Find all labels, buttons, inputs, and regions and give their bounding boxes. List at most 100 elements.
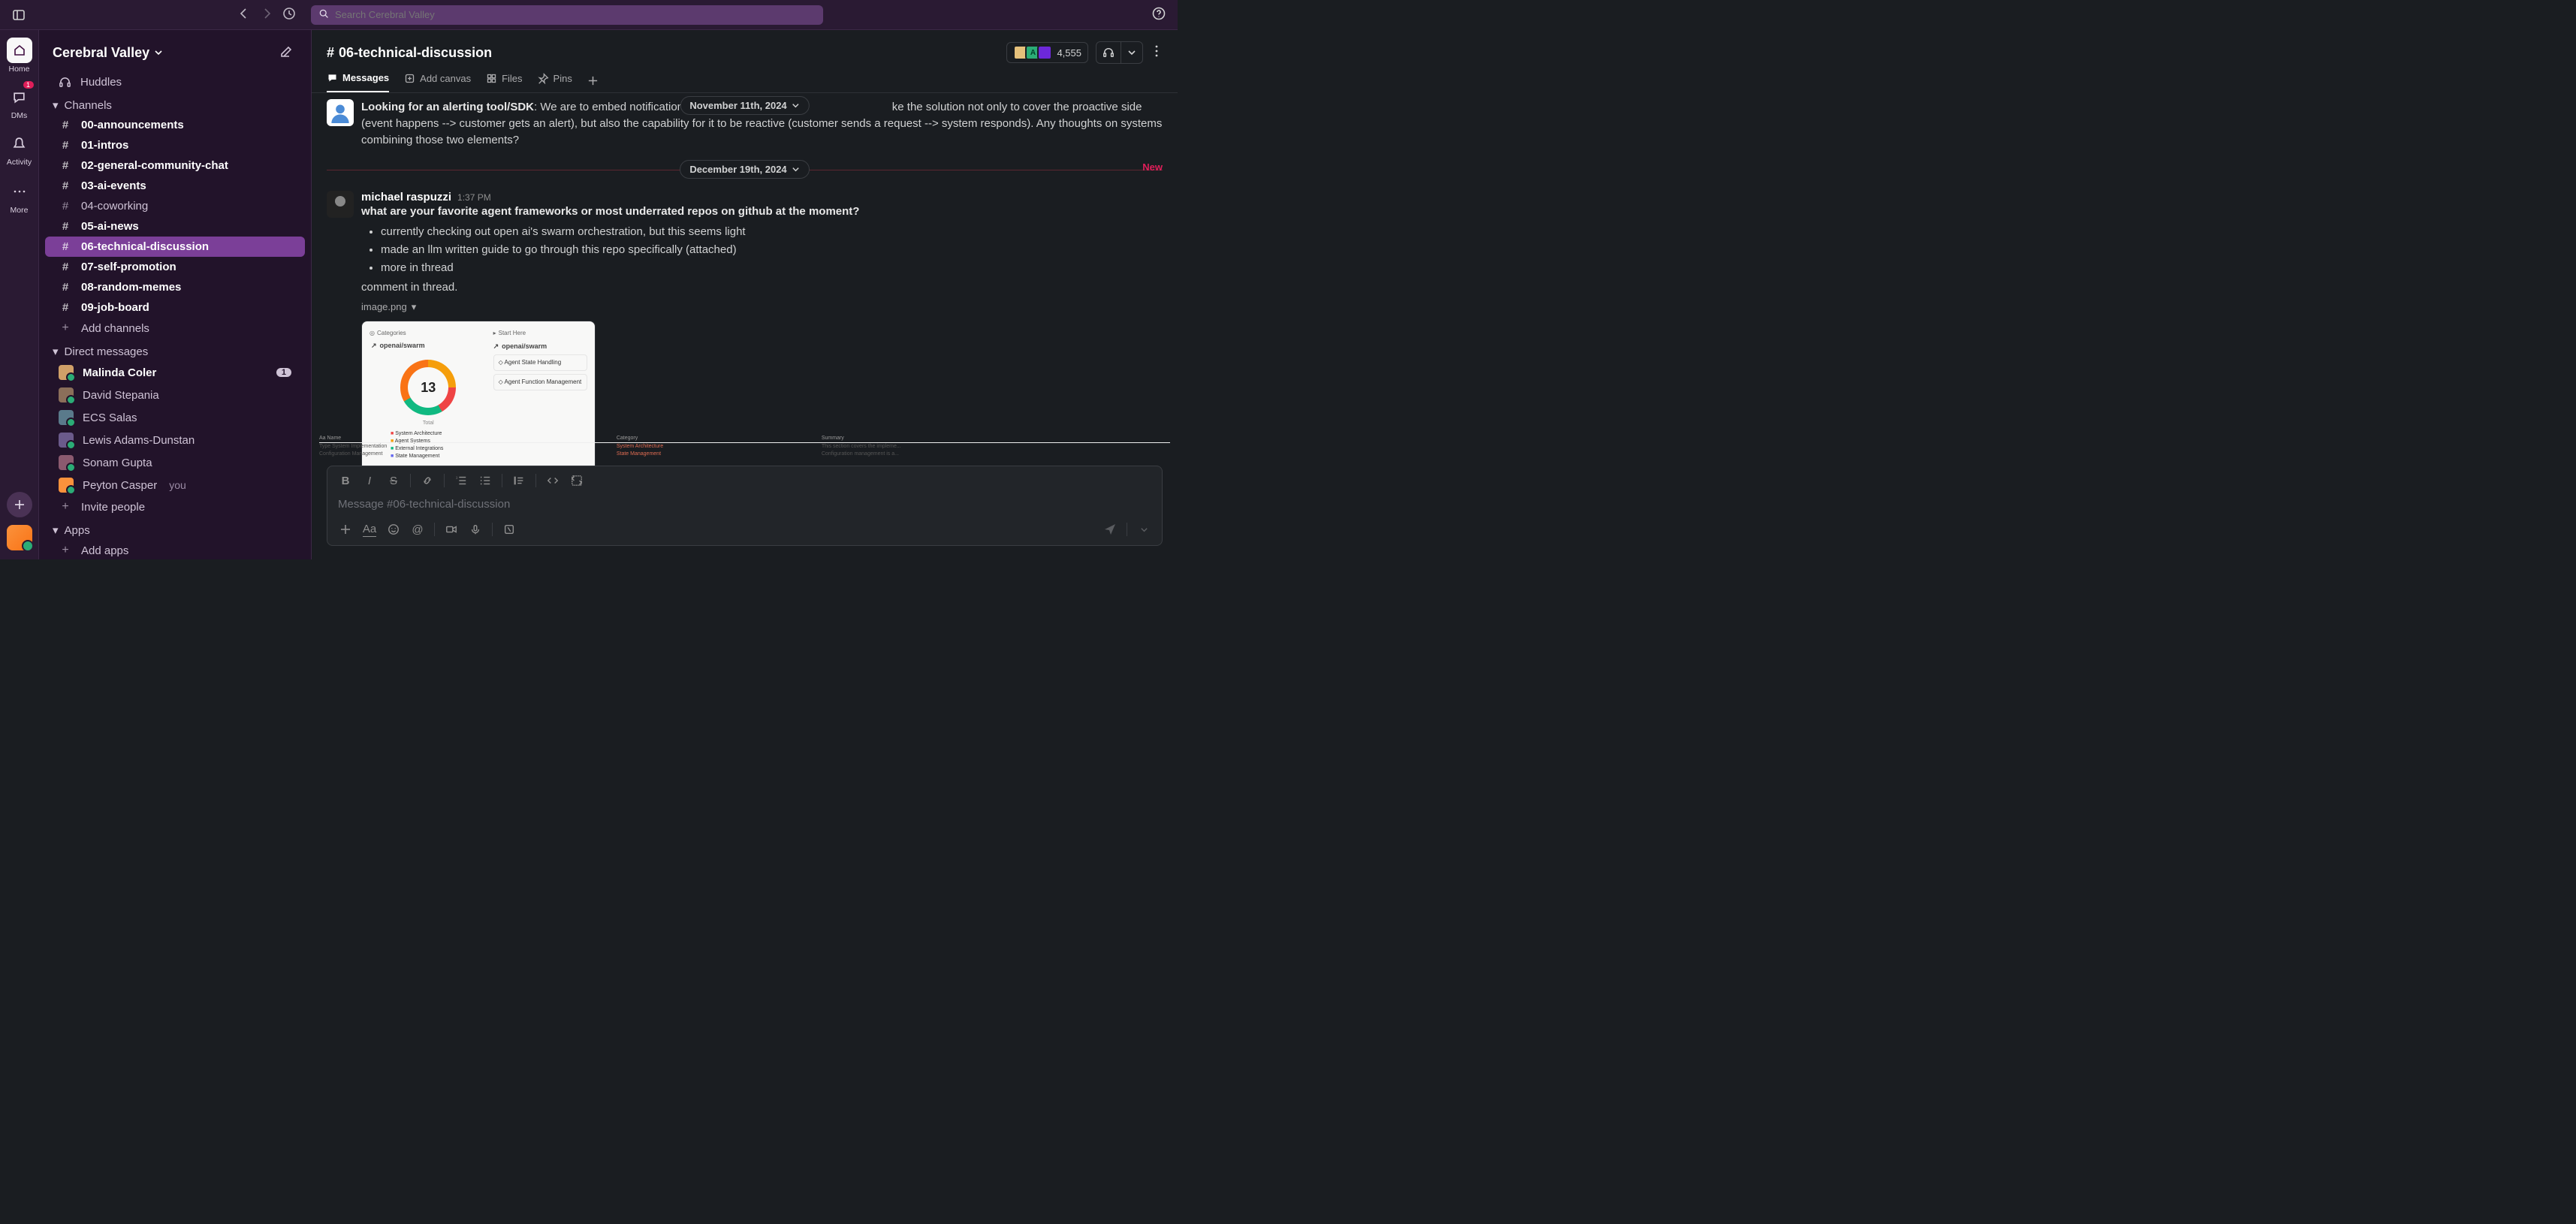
channel-item[interactable]: #00-announcements [45, 115, 305, 135]
ordered-list-button[interactable]: 1 [451, 471, 472, 490]
attach-button[interactable] [335, 520, 356, 539]
tab-add-canvas[interactable]: Add canvas [404, 73, 471, 92]
tab-files[interactable]: Files [486, 73, 522, 92]
dm-avatar [59, 455, 74, 470]
dm-item[interactable]: David Stepania [45, 384, 305, 406]
huddles-row[interactable]: Huddles [45, 72, 305, 92]
user-avatar[interactable] [7, 525, 32, 550]
caret-down-icon: ▾ [53, 345, 59, 358]
rail-home[interactable]: Home [7, 38, 32, 74]
dms-label: Direct messages [65, 345, 149, 358]
chevron-down-icon [792, 165, 800, 173]
workspace-switcher[interactable]: Cerebral Valley [53, 45, 163, 61]
nav-forward-icon[interactable] [260, 7, 273, 23]
add-channels-row[interactable]: + Add channels [45, 318, 305, 339]
search-box[interactable] [311, 5, 823, 25]
composer-input[interactable] [338, 498, 1151, 511]
nav-back-icon[interactable] [237, 7, 251, 23]
apps-label: Apps [65, 524, 90, 537]
channel-more-button[interactable] [1151, 41, 1163, 65]
dm-name: David Stepania [83, 389, 159, 402]
audio-button[interactable] [465, 520, 486, 539]
sidebar: Cerebral Valley Huddles ▾ Channels #00-a… [39, 30, 312, 559]
tab-messages[interactable]: Messages [327, 72, 389, 92]
message-bullet: currently checking out open ai's swarm o… [381, 223, 1163, 241]
channel-item[interactable]: #06-technical-discussion [45, 237, 305, 257]
tab-pins[interactable]: Pins [538, 73, 572, 92]
codeblock-button[interactable] [566, 471, 587, 490]
hash-icon: # [59, 200, 72, 213]
add-apps-row[interactable]: + Add apps [45, 540, 305, 561]
blockquote-button[interactable] [508, 471, 529, 490]
channel-title[interactable]: # 06-technical-discussion [327, 45, 492, 61]
channel-name: 02-general-community-chat [81, 159, 228, 172]
plus-icon: + [59, 544, 72, 557]
channel-item[interactable]: #08-random-memes [45, 277, 305, 297]
help-icon[interactable] [1152, 7, 1166, 23]
rail-dms[interactable]: 1 DMs [7, 84, 32, 120]
dm-item[interactable]: Sonam Gupta [45, 451, 305, 474]
message-footer: comment in thread. [361, 279, 1163, 296]
video-button[interactable] [441, 520, 462, 539]
channel-item[interactable]: #02-general-community-chat [45, 155, 305, 176]
caret-down-icon: ▾ [53, 98, 59, 112]
channel-item[interactable]: #05-ai-news [45, 216, 305, 237]
huddle-button[interactable] [1096, 41, 1143, 64]
search-input[interactable] [335, 9, 816, 20]
dms-section-header[interactable]: ▾ Direct messages [39, 339, 311, 361]
rail-add-button[interactable] [7, 492, 32, 517]
channel-name: 04-coworking [81, 200, 148, 213]
italic-button[interactable]: I [359, 471, 380, 490]
channel-item[interactable]: #03-ai-events [45, 176, 305, 196]
huddles-label: Huddles [80, 76, 122, 89]
rail-activity[interactable]: Activity [7, 131, 32, 167]
channels-section-header[interactable]: ▾ Channels [39, 92, 311, 115]
members-button[interactable]: A 4,555 [1006, 42, 1088, 63]
strikethrough-button[interactable]: S [383, 471, 404, 490]
channel-item[interactable]: #09-job-board [45, 297, 305, 318]
bullet-list-button[interactable] [475, 471, 496, 490]
message-author[interactable]: michael raspuzzi [361, 191, 451, 203]
dm-item[interactable]: Peyton Casperyou [45, 474, 305, 496]
channel-name: 09-job-board [81, 301, 149, 314]
headphones-icon [1096, 42, 1121, 63]
sidebar-toggle-icon[interactable] [12, 8, 26, 22]
date-pill[interactable]: December 19th, 2024 [680, 160, 809, 179]
channel-item[interactable]: #01-intros [45, 135, 305, 155]
message-avatar[interactable] [327, 191, 354, 218]
floating-date-pill[interactable]: November 11th, 2024 [680, 96, 809, 115]
attachment-name[interactable]: image.png ▾ [361, 300, 1163, 315]
mention-button[interactable]: @ [407, 520, 428, 539]
format-toggle-button[interactable]: Aa [359, 520, 380, 539]
shortcuts-button[interactable] [499, 520, 520, 539]
rail-activity-label: Activity [7, 158, 32, 167]
invite-people-row[interactable]: + Invite people [45, 496, 305, 517]
plus-icon: + [59, 321, 72, 335]
send-button[interactable] [1099, 520, 1121, 539]
message-list[interactable]: November 11th, 2024 Looking for an alert… [312, 93, 1178, 466]
bold-button[interactable]: B [335, 471, 356, 490]
history-icon[interactable] [282, 7, 296, 23]
channel-item[interactable]: #04-coworking [45, 196, 305, 216]
rail-more[interactable]: More [7, 179, 32, 215]
channel-item[interactable]: #07-self-promotion [45, 257, 305, 277]
tab-add-button[interactable] [587, 75, 599, 89]
date-label: December 19th, 2024 [689, 164, 786, 175]
dm-item[interactable]: Malinda Coler1 [45, 361, 305, 384]
channel-name: 06-technical-discussion [81, 240, 209, 253]
link-button[interactable] [417, 471, 438, 490]
caret-down-icon: ▾ [53, 523, 59, 537]
chevron-down-icon[interactable] [1121, 44, 1142, 62]
attachment-preview[interactable]: ◎Categories ↗ openai/swarm 13 Total Syst… [361, 321, 596, 466]
compose-button[interactable] [273, 41, 297, 65]
dm-item[interactable]: ECS Salas [45, 406, 305, 429]
dm-item[interactable]: Lewis Adams-Dunstan [45, 429, 305, 451]
emoji-button[interactable] [383, 520, 404, 539]
message-avatar[interactable] [327, 99, 354, 126]
hash-icon: # [59, 220, 72, 233]
dm-name: Lewis Adams-Dunstan [83, 434, 195, 447]
send-options-button[interactable] [1133, 520, 1154, 539]
date-separator: December 19th, 2024 New [327, 160, 1163, 179]
apps-section-header[interactable]: ▾ Apps [39, 517, 311, 540]
code-button[interactable] [542, 471, 563, 490]
